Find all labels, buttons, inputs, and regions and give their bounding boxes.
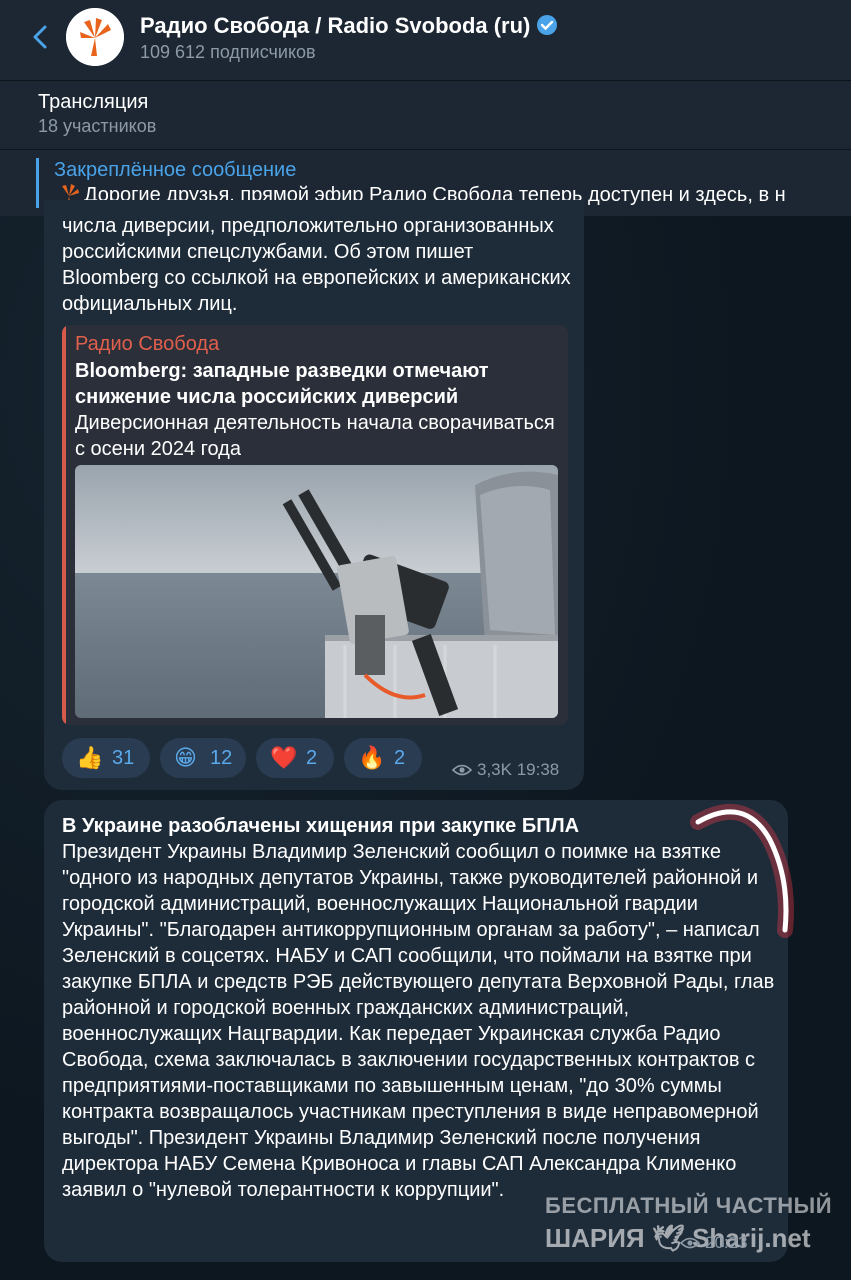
thumbs-up-icon: 👍 [76,745,104,770]
channel-name: Радио Свобода / Radio Svoboda (ru) [140,13,531,38]
watermark-line1: БЕСПЛАТНЫЙ ЧАСТНЫЙ [545,1193,833,1218]
reaction-fire[interactable]: 🔥 2 [344,738,422,778]
preview-image[interactable] [75,465,558,718]
stream-participants: 18 участников [38,116,157,136]
highlight-stroke-annotation [690,803,794,938]
message-meta: 20:23 [680,1233,748,1253]
preview-accent-bar [62,325,66,725]
pinned-indicator [36,158,39,208]
preview-headline: Bloomberg: западные разведки отмечают сн… [75,360,489,408]
verified-icon [537,15,558,35]
reaction-count: 12 [210,747,233,769]
reaction-count: 31 [112,747,135,769]
reaction-grin[interactable]: 😁 12 [160,738,246,778]
channel-title[interactable]: Радио Свобода / Radio Svoboda (ru) [140,13,558,39]
reaction-count: 2 [394,747,406,769]
watermark-line2: ШАРИЯ 🕊 Sharij.net [545,1223,811,1253]
live-stream-bar[interactable]: Трансляция 18 участников [0,80,851,149]
reaction-thumbs-up[interactable]: 👍 31 [62,738,150,778]
preview-description: Диверсионная деятельность начала сворачи… [75,412,555,460]
fire-icon: 🔥 [358,745,386,770]
view-count: 3,3K [477,760,512,779]
heart-icon: ❤️ [270,745,298,770]
link-preview[interactable]: Радио Свобода Bloomberg: западные развед… [62,325,568,725]
message-text: Президент Украины Владимир Зеленский соо… [62,841,775,1201]
chevron-left-icon[interactable] [26,22,56,52]
message-time: 19:38 [516,760,560,779]
preview-site-name: Радио Свобода [75,333,220,355]
stream-title: Трансляция [38,91,149,113]
reaction-count: 2 [306,747,318,769]
channel-avatar[interactable] [66,8,124,66]
eye-icon [680,1237,700,1249]
message-text: числа диверсии, предположительно организ… [62,215,571,315]
reaction-heart[interactable]: ❤️ 2 [256,738,334,778]
grin-icon: 😁 [174,745,197,770]
channel-header: Радио Свобода / Radio Svoboda (ru) 109 6… [0,0,851,80]
eye-icon [452,764,472,776]
message-title: В Украине разоблачены хищения при закупк… [62,815,580,837]
subscriber-count: 109 612 подписчиков [140,42,316,62]
message-meta: 3,3K 19:38 [452,760,559,780]
message-time: 20:23 [705,1233,748,1252]
pinned-label: Закреплённое сообщение [54,159,297,181]
